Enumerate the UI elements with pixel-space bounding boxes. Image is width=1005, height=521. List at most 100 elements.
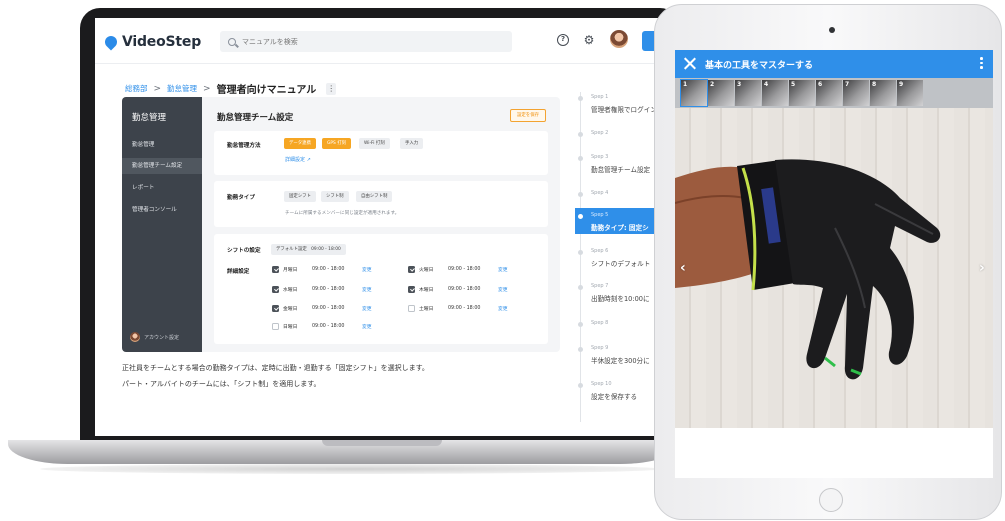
- player-header: 基本の工具をマスターする: [675, 50, 993, 78]
- day-time: 09:00 - 18:00: [448, 267, 481, 272]
- detail-settings-link[interactable]: 詳細設定 ↗: [285, 156, 311, 163]
- thumbnail-number: 3: [737, 81, 742, 88]
- change-link[interactable]: 変更: [498, 286, 508, 293]
- work-type-option[interactable]: シフト制: [321, 191, 349, 202]
- day-checkbox[interactable]: [272, 323, 279, 330]
- method-option[interactable]: 手入力: [400, 138, 424, 149]
- step-number: Spep 6: [591, 248, 609, 254]
- thumbnail[interactable]: 3: [735, 80, 761, 106]
- step-text: 管理者権限でログイン: [591, 106, 657, 114]
- step-dot: [578, 383, 583, 388]
- sidebar-title: 勤怠管理: [132, 113, 167, 123]
- day-checkbox[interactable]: [408, 305, 415, 312]
- thumbnail[interactable]: 7: [843, 80, 869, 106]
- work-type-option[interactable]: 自由シフト制: [356, 191, 393, 202]
- thumbnail[interactable]: 9: [897, 80, 923, 106]
- schedule-row: 金曜日 09:00 - 18:00 変更: [272, 305, 372, 312]
- change-link[interactable]: 変更: [362, 323, 372, 330]
- thumbnail-number: 4: [764, 81, 769, 88]
- thumbnail[interactable]: 8: [870, 80, 896, 106]
- step-number: Spep 5: [591, 212, 609, 218]
- schedule-row: 木曜日 09:00 - 18:00 変更: [408, 286, 508, 293]
- schedule-row: 土曜日 09:00 - 18:00 変更: [408, 305, 508, 312]
- day-time: 09:00 - 18:00: [312, 306, 345, 311]
- save-button[interactable]: 設定を保存: [510, 109, 546, 122]
- step-text: シフトのデフォルト: [591, 260, 651, 268]
- thumbnail[interactable]: 1: [680, 79, 708, 107]
- change-link[interactable]: 変更: [362, 266, 372, 273]
- work-type-option[interactable]: 固定シフト: [284, 191, 316, 202]
- step-text: 設定を保存する: [591, 393, 638, 401]
- search-box[interactable]: [220, 31, 512, 52]
- day-checkbox[interactable]: [408, 286, 415, 293]
- schedule-row: 月曜日 09:00 - 18:00 変更: [272, 266, 372, 273]
- day-time: 09:00 - 18:00: [312, 267, 345, 272]
- close-icon[interactable]: [683, 57, 696, 70]
- change-link[interactable]: 変更: [498, 305, 508, 312]
- tablet-home-button[interactable]: [819, 488, 843, 512]
- breadcrumb-separator: >: [153, 83, 162, 94]
- laptop-shadow: [40, 464, 660, 474]
- sidebar-item-reports[interactable]: レポート: [122, 180, 202, 196]
- logo-text: VideoStep: [122, 34, 202, 50]
- avatar[interactable]: [610, 30, 628, 48]
- breadcrumb-link[interactable]: 総務部: [125, 83, 148, 94]
- method-option[interactable]: データ連携: [284, 138, 316, 149]
- change-link[interactable]: 変更: [498, 266, 508, 273]
- step-photo: ‹ ›: [675, 108, 993, 428]
- day-checkbox[interactable]: [272, 266, 279, 273]
- stage: VideoStep ? ⚙ + 総務部 > 勤怠管理 > 管理者向けマニュアル …: [0, 0, 1005, 521]
- work-type-label: 勤務タイプ: [227, 195, 255, 201]
- step-dot: [578, 285, 583, 290]
- day-checkbox[interactable]: [272, 305, 279, 312]
- day-name: 土曜日: [419, 307, 434, 312]
- thumbnail-number: 7: [845, 81, 850, 88]
- day-time: 09:00 - 18:00: [312, 287, 345, 292]
- description-line: 正社員をチームとする場合の勤務タイプは、定時に出勤・退勤する「固定シフト」を選択…: [122, 364, 429, 372]
- step-text: 勤務タイプ: 固定シ: [591, 224, 649, 232]
- thumbnail[interactable]: 6: [816, 80, 842, 106]
- step-number: Spep 4: [591, 190, 609, 196]
- app-logo[interactable]: VideoStep: [102, 33, 202, 51]
- logo-icon: [102, 33, 120, 51]
- thumbnail[interactable]: 2: [708, 80, 734, 106]
- thumbnail-number: 5: [791, 81, 796, 88]
- day-name: 火曜日: [419, 268, 434, 273]
- method-label: 勤怠管理方法: [227, 143, 261, 149]
- day-name: 月曜日: [283, 268, 298, 273]
- day-time: 09:00 - 18:00: [312, 324, 345, 329]
- thumbnail[interactable]: 5: [789, 80, 815, 106]
- search-input[interactable]: [242, 37, 482, 46]
- thumbnail-number: 1: [683, 81, 688, 88]
- thumbnail[interactable]: 4: [762, 80, 788, 106]
- prev-arrow-icon[interactable]: ‹: [680, 260, 686, 276]
- panel-title: 勤怠管理チーム設定: [217, 113, 294, 123]
- more-icon[interactable]: ⋮: [326, 82, 337, 95]
- default-shift-chip[interactable]: デフォルト設定 09:00 - 18:00: [271, 244, 346, 255]
- sidebar-item-team-settings[interactable]: 勤怠管理チーム設定: [122, 158, 202, 174]
- thumbnail-number: 6: [818, 81, 823, 88]
- step-text: 半休設定を300分に: [591, 357, 650, 365]
- next-arrow-icon[interactable]: ›: [979, 260, 985, 276]
- kebab-icon[interactable]: [980, 57, 983, 71]
- day-checkbox[interactable]: [272, 286, 279, 293]
- gear-icon[interactable]: ⚙: [583, 34, 595, 46]
- step-number: Spep 2: [591, 130, 609, 136]
- method-option[interactable]: Wi-Fi 打刻: [359, 138, 390, 149]
- method-option[interactable]: GPS 打刻: [322, 138, 352, 149]
- change-link[interactable]: 変更: [362, 305, 372, 312]
- sidebar-item-admin-console[interactable]: 管理者コンソール: [122, 202, 202, 218]
- step-dot: [578, 156, 583, 161]
- day-checkbox[interactable]: [408, 266, 415, 273]
- change-link[interactable]: 変更: [362, 286, 372, 293]
- account-settings[interactable]: アカウント設定: [130, 332, 179, 342]
- step-number: Spep 9: [591, 345, 609, 351]
- shift-card: シフトの設定 デフォルト設定 09:00 - 18:00 詳細設定 月曜日 09…: [214, 234, 548, 344]
- step-dot: [578, 96, 583, 101]
- breadcrumb-link[interactable]: 勤怠管理: [167, 83, 197, 94]
- help-icon[interactable]: ?: [557, 34, 569, 46]
- step-number: Spep 1: [591, 94, 609, 100]
- sidebar-item-attendance[interactable]: 勤怠管理: [122, 137, 202, 153]
- shift-label: シフトの設定: [227, 248, 261, 254]
- shift-detail-label: 詳細設定: [227, 269, 250, 275]
